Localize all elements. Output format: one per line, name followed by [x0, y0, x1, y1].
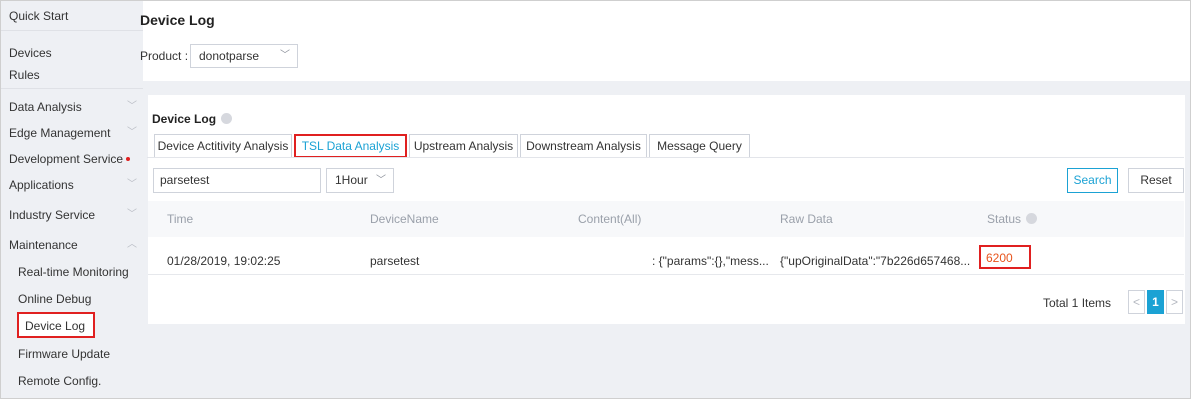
tabs-divider: [147, 157, 1184, 158]
sidebar-item-applications[interactable]: Applications ﹀: [1, 175, 143, 195]
tab-label: Downstream Analysis: [526, 139, 641, 153]
main-area: [143, 1, 1190, 398]
tab-label: TSL Data Analysis: [301, 139, 400, 153]
sidebar-item-label: Development Service: [9, 152, 124, 166]
sidebar-item-development-service[interactable]: Development Service: [1, 149, 143, 169]
tab-device-activity-analysis[interactable]: Device Actitivity Analysis: [154, 134, 292, 158]
page-title: Device Log: [140, 12, 215, 28]
product-select[interactable]: donotparse ﹀: [190, 44, 298, 68]
tab-message-query[interactable]: Message Query: [649, 134, 750, 158]
column-header-device-name: DeviceName: [370, 212, 439, 226]
help-icon[interactable]: [1026, 213, 1038, 225]
tab-label: Message Query: [657, 139, 742, 153]
sidebar: Quick Start Devices Rules Data Analysis ﹀…: [1, 1, 143, 398]
chevron-down-icon: ﹀: [127, 127, 137, 138]
product-label: Product :: [140, 49, 189, 63]
sidebar-item-remote-config[interactable]: Remote Config.: [1, 371, 143, 391]
column-header-status-label: Status: [987, 212, 1022, 226]
sidebar-item-label: Real-time Monitoring: [18, 265, 129, 279]
sidebar-item-quick-start[interactable]: Quick Start: [1, 6, 143, 26]
tab-upstream-analysis[interactable]: Upstream Analysis: [409, 134, 518, 158]
reset-button[interactable]: Reset: [1128, 168, 1184, 193]
sidebar-item-label: Quick Start: [9, 9, 69, 23]
sidebar-item-online-debug[interactable]: Online Debug: [1, 289, 143, 309]
chevron-down-icon: ﹀: [127, 179, 137, 190]
sidebar-item-label: Remote Config.: [18, 374, 102, 388]
sidebar-item-label: Device Log: [25, 319, 86, 333]
sidebar-item-real-time-monitoring[interactable]: Real-time Monitoring: [1, 262, 143, 282]
cell-raw-data[interactable]: {"upOriginalData":"7b226d657468...: [780, 254, 970, 268]
column-header-content: Content(All): [578, 212, 642, 226]
chevron-right-icon: >: [1170, 295, 1178, 309]
sidebar-item-label: Data Analysis: [9, 100, 82, 114]
device-search-input[interactable]: parsetest: [153, 168, 321, 193]
chevron-down-icon: ﹀: [127, 209, 137, 220]
sidebar-item-label: Industry Service: [9, 208, 96, 222]
chevron-down-icon: ﹀: [280, 50, 290, 61]
product-select-value: donotparse: [199, 49, 260, 63]
sidebar-item-edge-management[interactable]: Edge Management ﹀: [1, 123, 143, 143]
chevron-left-icon: <: [1132, 295, 1140, 309]
pagination-total: Total 1 Items: [1043, 296, 1112, 310]
divider: [1, 88, 143, 89]
sidebar-item-label: Rules: [9, 68, 40, 82]
cell-content[interactable]: : {"params":{},"mess...: [652, 254, 769, 268]
chevron-down-icon: ﹀: [376, 175, 386, 186]
section-title: Device Log: [152, 112, 233, 126]
next-page-button[interactable]: >: [1166, 290, 1183, 314]
notification-dot-icon: [126, 156, 131, 161]
chevron-down-icon: ﹀: [127, 101, 137, 112]
sidebar-item-label: Online Debug: [18, 292, 92, 306]
search-button-label: Search: [1073, 173, 1112, 187]
sidebar-item-industry-service[interactable]: Industry Service ﹀: [1, 205, 143, 225]
column-header-raw-data: Raw Data: [780, 212, 833, 226]
device-search-value: parsetest: [160, 173, 210, 187]
row-divider: [148, 274, 1184, 275]
reset-button-label: Reset: [1140, 173, 1172, 187]
sidebar-item-rules[interactable]: Rules: [1, 65, 143, 85]
sidebar-item-devices[interactable]: Devices: [1, 43, 143, 63]
cell-status: 6200: [986, 251, 1013, 265]
search-button[interactable]: Search: [1067, 168, 1118, 193]
column-header-status: Status: [987, 212, 1038, 226]
tab-label: Upstream Analysis: [413, 139, 514, 153]
tab-downstream-analysis[interactable]: Downstream Analysis: [520, 134, 647, 158]
tab-label: Device Actitivity Analysis: [157, 139, 289, 153]
chevron-up-icon: ︿: [127, 239, 137, 250]
sidebar-item-firmware-update[interactable]: Firmware Update: [1, 344, 143, 364]
section-title-text: Device Log: [152, 112, 217, 126]
sidebar-item-label: Maintenance: [9, 238, 78, 252]
sidebar-item-maintenance[interactable]: Maintenance ︿: [1, 235, 143, 255]
sidebar-item-label: Firmware Update: [18, 347, 111, 361]
column-header-time: Time: [167, 212, 194, 226]
header-panel: [143, 1, 1190, 81]
help-icon[interactable]: [221, 113, 233, 125]
cell-time: 01/28/2019, 19:02:25: [167, 254, 281, 268]
sidebar-item-data-analysis[interactable]: Data Analysis ﹀: [1, 97, 143, 117]
sidebar-item-label: Applications: [9, 178, 74, 192]
prev-page-button[interactable]: <: [1128, 290, 1145, 314]
page-number-label: 1: [1152, 295, 1159, 309]
time-range-select[interactable]: 1Hour ﹀: [326, 168, 394, 193]
time-range-value: 1Hour: [335, 173, 368, 187]
sidebar-item-label: Devices: [9, 46, 52, 60]
page-number-current[interactable]: 1: [1147, 290, 1164, 314]
sidebar-item-device-log[interactable]: Device Log: [1, 316, 143, 336]
divider: [1, 30, 143, 31]
cell-device-name: parsetest: [370, 254, 420, 268]
sidebar-item-label: Edge Management: [9, 126, 111, 140]
tab-tsl-data-analysis[interactable]: TSL Data Analysis: [294, 134, 407, 158]
